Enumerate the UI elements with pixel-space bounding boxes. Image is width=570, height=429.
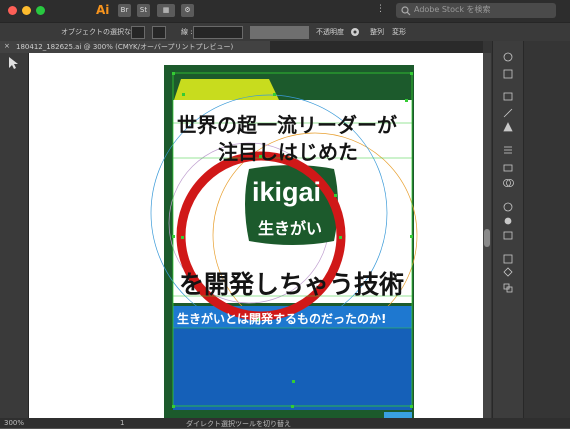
fill-color-swatch[interactable] bbox=[131, 26, 145, 39]
layers-icon[interactable] bbox=[503, 231, 513, 240]
search-icon bbox=[401, 6, 411, 16]
blue-content-block[interactable] bbox=[173, 328, 412, 410]
headline-line-1[interactable]: 世界の超一流リーダーが bbox=[177, 109, 397, 138]
artboard-number[interactable]: 1 bbox=[120, 419, 124, 427]
stroke-color-swatch[interactable] bbox=[152, 26, 166, 39]
transform-button[interactable]: 変形 bbox=[392, 27, 406, 37]
tools-panel bbox=[0, 53, 29, 418]
canvas-area[interactable]: 世界の超一流リーダーが 注目しはじめた ikigai 生きがい を開発しちゃう技… bbox=[29, 53, 483, 418]
ikigai-kana-text[interactable]: 生きがい bbox=[258, 215, 322, 239]
brushes-icon[interactable] bbox=[503, 108, 513, 118]
scrollbar-thumb[interactable] bbox=[484, 229, 490, 247]
stroke-label: 線 : bbox=[181, 28, 193, 36]
variable-width-profile-select[interactable] bbox=[250, 26, 309, 39]
status-bar: 300% 1 ダイレクト選択ツールを切り替え bbox=[0, 418, 570, 428]
app-logo: Ai bbox=[96, 3, 110, 17]
gpu-performance-button[interactable]: ⚙ bbox=[181, 4, 194, 17]
links-icon[interactable] bbox=[503, 267, 513, 277]
title-bar: Ai Br St ▦ ⚙ ⋮ Adobe Stock を検索 bbox=[0, 0, 570, 22]
appearance-icon[interactable] bbox=[503, 202, 513, 212]
adobe-stock-search-input[interactable]: Adobe Stock を検索 bbox=[396, 3, 556, 18]
bridge-button[interactable]: Br bbox=[118, 4, 131, 17]
image-icon[interactable] bbox=[503, 92, 513, 101]
gradient-icon[interactable] bbox=[503, 164, 513, 172]
swatches-icon[interactable] bbox=[503, 69, 513, 79]
stock-button[interactable]: St bbox=[137, 4, 150, 17]
ikigai-latin-text[interactable]: ikigai bbox=[252, 177, 321, 208]
color-icon[interactable] bbox=[503, 52, 513, 62]
vertical-scrollbar[interactable] bbox=[483, 53, 491, 418]
graphic-styles-icon[interactable] bbox=[504, 217, 512, 225]
stroke-weight-field[interactable] bbox=[193, 26, 243, 39]
opacity-label[interactable]: 不透明度 bbox=[316, 27, 344, 37]
search-placeholder: Adobe Stock を検索 bbox=[414, 5, 491, 14]
headline-line-3[interactable]: を開発しちゃう技術 bbox=[179, 265, 404, 301]
selection-tool-icon[interactable] bbox=[7, 56, 19, 70]
close-window-button[interactable] bbox=[8, 6, 17, 15]
artboard-svg bbox=[150, 65, 418, 418]
document-tab[interactable]: × 180412_182625.ai @ 300% (CMYK/オーバープリント… bbox=[0, 41, 270, 53]
align-icon[interactable] bbox=[503, 283, 513, 293]
close-tab-button[interactable]: × bbox=[4, 42, 10, 50]
transparency-icon[interactable] bbox=[503, 179, 514, 187]
panel-icon-strip bbox=[492, 41, 524, 418]
no-selection-label: オブジェクトの選択なし bbox=[61, 28, 138, 36]
workspace-switcher-button[interactable]: ⋮ bbox=[376, 4, 385, 14]
align-button[interactable]: 整列 bbox=[370, 27, 384, 37]
symbols-icon[interactable] bbox=[503, 122, 513, 132]
minimize-window-button[interactable] bbox=[22, 6, 31, 15]
zoom-window-button[interactable] bbox=[36, 6, 45, 15]
headline-line-2[interactable]: 注目しはじめた bbox=[218, 136, 358, 165]
document-tab-title: 180412_182625.ai @ 300% (CMYK/オーバープリントプレ… bbox=[16, 43, 234, 51]
control-bar: オブジェクトの選択なし 線 : 不透明度 整列 変形 bbox=[0, 22, 570, 41]
workspace-layout-button[interactable]: ▦ bbox=[157, 4, 175, 17]
recolor-artwork-icon[interactable] bbox=[350, 27, 360, 37]
lime-tab-shape[interactable] bbox=[174, 79, 279, 100]
subtitle-banner-text[interactable]: 生きがいとは開発するものだったのか! bbox=[177, 310, 386, 327]
stroke-icon[interactable] bbox=[504, 146, 512, 154]
zoom-level[interactable]: 300% bbox=[4, 419, 24, 427]
panel-icons-svg bbox=[503, 52, 514, 293]
artboards-icon[interactable] bbox=[503, 254, 513, 264]
